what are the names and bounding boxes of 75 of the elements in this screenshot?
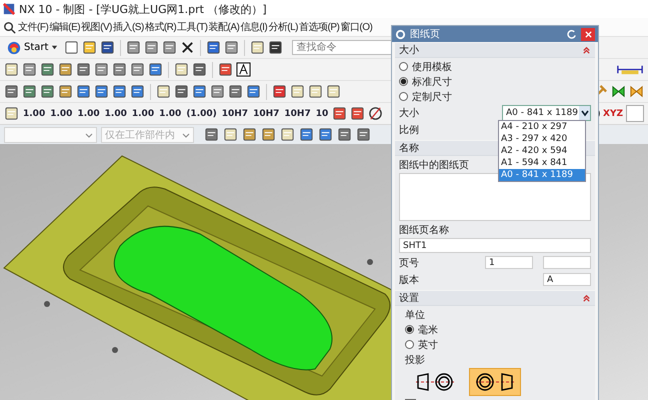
globe-icon bbox=[7, 40, 21, 54]
text-box-icon[interactable] bbox=[236, 62, 251, 77]
menu-item[interactable]: 编辑(E) bbox=[49, 20, 80, 34]
caret-icon bbox=[85, 130, 93, 138]
menu-item[interactable]: 工具(T) bbox=[177, 20, 208, 34]
dimension-style-button[interactable]: 1.00 bbox=[158, 108, 182, 118]
close-button[interactable] bbox=[581, 28, 595, 40]
input-field[interactable]: 1 bbox=[485, 256, 533, 269]
field-label: 图纸中的图纸页 bbox=[399, 158, 469, 171]
group-label: 投影 bbox=[405, 354, 425, 366]
radio-button[interactable] bbox=[399, 92, 408, 101]
bowtie-icon[interactable] bbox=[629, 84, 644, 99]
dropdown-option[interactable]: A0 - 841 x 1189 bbox=[499, 169, 585, 181]
input-field[interactable]: SHT1 bbox=[399, 238, 591, 253]
group-label: 单位 bbox=[405, 308, 425, 321]
search-person-icon[interactable] bbox=[2, 20, 17, 34]
radio-label[interactable]: 标准尺寸 bbox=[412, 74, 452, 88]
delete-icon[interactable] bbox=[180, 40, 196, 55]
radio-label[interactable]: 毫米 bbox=[418, 322, 438, 336]
dropdown-option[interactable]: A4 - 210 x 297 bbox=[499, 121, 585, 133]
field-label: 页号 bbox=[399, 256, 419, 270]
menu-item[interactable]: 插入(S) bbox=[112, 20, 144, 34]
caret-icon bbox=[580, 108, 588, 116]
collapse-icon[interactable] bbox=[582, 46, 591, 54]
menu-item[interactable]: 信息(I) bbox=[240, 20, 268, 34]
field-label: 版本 bbox=[399, 274, 419, 286]
dimension-style-button[interactable]: 10H7 bbox=[220, 108, 250, 118]
radio-button[interactable] bbox=[405, 340, 414, 349]
dimension-style-button[interactable]: 10H7 bbox=[283, 108, 312, 118]
menu-item[interactable]: 格式(R) bbox=[144, 20, 176, 34]
menu-item[interactable]: 首选项(P) bbox=[299, 20, 340, 34]
collapse-icon[interactable] bbox=[582, 294, 591, 302]
window-title: NX 10 - 制图 - [学UG就上UG网1.prt （修改的）] bbox=[19, 2, 267, 16]
app-logo-icon bbox=[3, 3, 15, 15]
dimension-style-button[interactable]: 1.00 bbox=[49, 108, 74, 118]
menu-item[interactable]: 装配(A) bbox=[208, 20, 240, 34]
input-field[interactable] bbox=[543, 256, 591, 269]
dimension-style-button[interactable]: 10H7 bbox=[252, 108, 280, 118]
dimension-style-button[interactable]: 1.00 bbox=[76, 108, 101, 118]
radio-label[interactable]: 定制尺寸 bbox=[412, 90, 452, 104]
start-button[interactable]: Start bbox=[4, 40, 62, 54]
reset-icon[interactable] bbox=[566, 28, 577, 40]
field-label: 比例 bbox=[399, 124, 419, 136]
radio-button[interactable] bbox=[399, 62, 408, 71]
caret-icon bbox=[182, 130, 190, 138]
diameter-icon[interactable] bbox=[368, 106, 384, 121]
menu-item[interactable]: 文件(F) bbox=[18, 20, 48, 34]
radio-label[interactable]: 使用模板 bbox=[412, 60, 452, 74]
csys-label[interactable]: XYZ bbox=[603, 108, 623, 118]
input-field[interactable]: A bbox=[543, 273, 591, 286]
section-header[interactable]: 设置 bbox=[399, 291, 419, 305]
input-field[interactable] bbox=[626, 105, 644, 122]
dialog-title: 图纸页 bbox=[410, 28, 441, 41]
dimension-style-button[interactable]: 1.00 bbox=[130, 108, 156, 118]
radio-button[interactable] bbox=[405, 325, 414, 334]
menu-item[interactable]: 窗口(O) bbox=[340, 20, 372, 34]
radio-button[interactable] bbox=[399, 77, 408, 86]
dropdown-option[interactable]: A3 - 297 x 420 bbox=[499, 133, 585, 145]
section-header[interactable]: 名称 bbox=[399, 141, 419, 155]
field-label: 图纸页名称 bbox=[399, 224, 449, 236]
menu-item[interactable]: 分析(L) bbox=[268, 20, 298, 34]
dropdown-option[interactable]: A1 - 594 x 841 bbox=[499, 157, 585, 169]
radio-label[interactable]: 英寸 bbox=[418, 338, 438, 352]
dimension-style-button[interactable]: 10 bbox=[314, 108, 330, 118]
caret-icon bbox=[51, 44, 58, 51]
bowtie-icon[interactable] bbox=[611, 84, 626, 99]
field-label: 大小 bbox=[399, 106, 419, 120]
dimension-style-button[interactable]: (1.00) bbox=[185, 108, 218, 118]
menu-item[interactable]: 视图(V) bbox=[81, 20, 112, 34]
dimension-style-button[interactable]: 1.00 bbox=[22, 108, 46, 118]
close-icon bbox=[584, 30, 592, 38]
projection-button[interactable] bbox=[469, 368, 521, 396]
dropdown-option[interactable]: A2 - 420 x 594 bbox=[499, 145, 585, 157]
size-dropdown[interactable]: A0 - 841 x 1189 bbox=[502, 104, 591, 120]
dimension-style-button[interactable]: 1.00 bbox=[104, 108, 128, 118]
